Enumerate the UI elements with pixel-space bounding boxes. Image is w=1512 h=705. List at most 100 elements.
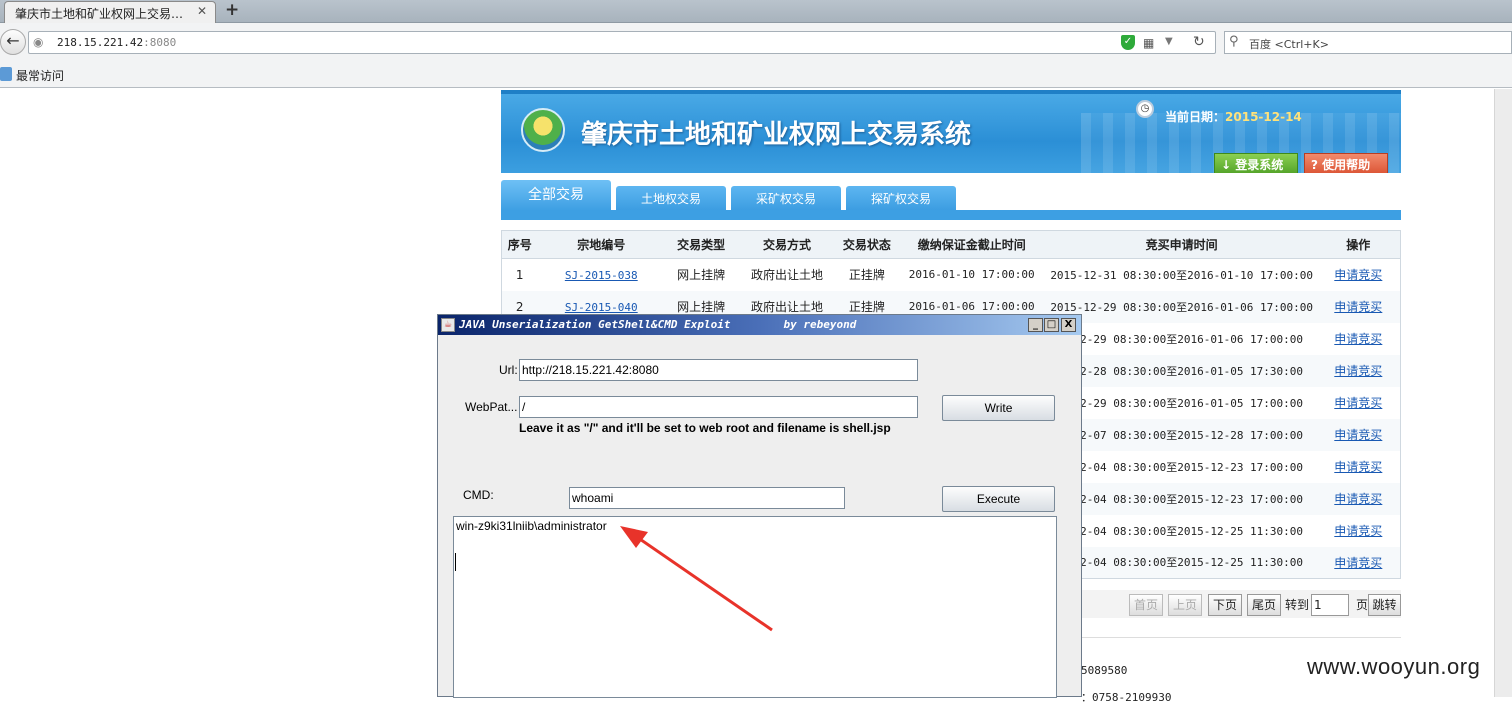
table-cell: 申请竞买	[1317, 515, 1401, 547]
pagination: 首页 上页 下页 尾页 转到 1 页 跳转	[1081, 590, 1401, 618]
command-output-text: win-z9ki31lniib\administrator	[456, 519, 607, 533]
apply-bid-link[interactable]: 申请竞买	[1334, 268, 1382, 282]
minimize-icon[interactable]: _	[1028, 318, 1043, 332]
url-label: Url:	[499, 363, 518, 377]
first-page-button[interactable]: 首页	[1129, 594, 1163, 616]
tab-land-rights[interactable]: 土地权交易	[616, 186, 726, 212]
clock-icon: ◷	[1136, 100, 1154, 118]
table-cell: 5-12-04 08:30:00至2015-12-25 11:30:00	[1046, 546, 1317, 579]
globe-icon: ◉	[33, 35, 44, 49]
col-header: 交易状态	[836, 230, 897, 259]
reload-icon[interactable]: ↻	[1193, 34, 1205, 50]
address-url: 218.15.221.42:8080	[57, 36, 177, 49]
bookmark-most-visited[interactable]: 最常访问	[16, 67, 64, 84]
apply-bid-link[interactable]: 申请竞买	[1334, 524, 1382, 538]
qr-code-icon[interactable]: ▦	[1143, 36, 1154, 50]
site-logo	[521, 108, 565, 152]
webpath-hint: Leave it as "/" and it'll be set to web …	[519, 421, 891, 435]
apply-bid-link[interactable]: 申请竞买	[1334, 556, 1382, 570]
goto-label: 转到	[1285, 598, 1310, 612]
exploit-tool-window: ☕ JAVA Unserialization GetShell&CMD Expl…	[437, 314, 1082, 698]
watermark: www.wooyun.org	[1307, 654, 1481, 679]
tab-all-trades[interactable]: 全部交易	[501, 180, 611, 212]
table-row: 1 SJ-2015-038 网上挂牌 政府出让土地 正挂牌 2016-01-10 17:0…	[502, 259, 1401, 291]
next-page-button[interactable]: 下页	[1208, 594, 1242, 616]
webpath-input[interactable]: /	[519, 396, 918, 418]
tab-exploration-rights[interactable]: 探矿权交易	[846, 186, 956, 212]
apply-bid-link[interactable]: 申请竞买	[1334, 396, 1382, 410]
parcel-id-link[interactable]: SJ-2015-040	[565, 301, 638, 314]
table-cell: 2015-12-31 08:30:00至2016-01-10 17:00:00	[1050, 268, 1313, 282]
last-page-button[interactable]: 尾页	[1247, 594, 1281, 616]
goto-page-input[interactable]: 1	[1311, 594, 1349, 616]
search-icon: ⚲	[1229, 34, 1239, 49]
page-unit-label: 页	[1356, 598, 1369, 612]
bookmark-folder-icon	[0, 67, 12, 81]
bookmarks-bar: 最常访问	[0, 63, 1512, 88]
table-cell: 2015-12-29 08:30:00至2016-01-06 17:00:00	[1046, 290, 1317, 323]
browser-tab-bar: 肇庆市土地和矿业权网上交易… ✕ +	[0, 0, 1512, 23]
parcel-id-link[interactable]: SJ-2015-038	[565, 269, 638, 282]
table-cell: 申请竞买	[1316, 354, 1401, 387]
table-cell: 5-12-29 08:30:00至2016-01-06 17:00:00	[1060, 332, 1304, 346]
apply-bid-link[interactable]: 申请竞买	[1334, 364, 1382, 378]
search-placeholder: 百度 <Ctrl+K>	[1249, 38, 1329, 51]
table-cell: 2016-01-10 17:00:00	[908, 268, 1035, 282]
apply-bid-link[interactable]: 申请竞买	[1334, 428, 1382, 442]
site-banner: 肇庆市土地和矿业权网上交易系统 ◷ 当前日期：2015-12-14 ↓ 登录系统…	[501, 90, 1401, 173]
table-cell: 正挂牌	[848, 268, 885, 283]
search-input[interactable]: ⚲ 百度 <Ctrl+K>	[1224, 31, 1512, 54]
apply-bid-link[interactable]: 申请竞买	[1334, 332, 1382, 346]
tab-mining-rights[interactable]: 采矿权交易	[731, 186, 841, 212]
col-header: 宗地编号	[537, 230, 666, 259]
table-cell: 5-12-04 08:30:00至2015-12-25 11:30:00	[1060, 524, 1304, 538]
browser-nav-bar: ← ◉ 218.15.221.42:8080 ✓ ▦ ▼ ↻ ⚲ 百度 <Ctr…	[0, 23, 1512, 63]
col-header: 操作	[1316, 230, 1401, 259]
write-button[interactable]: Write	[942, 395, 1055, 421]
apply-bid-link[interactable]: 申请竞买	[1334, 300, 1382, 314]
table-cell: 5-12-07 08:30:00至2015-12-28 17:00:00	[1046, 418, 1317, 451]
table-cell: SJ-2015-038	[537, 259, 665, 291]
command-output-area[interactable]: win-z9ki31lniib\administrator	[453, 516, 1057, 698]
table-cell: 5-12-29 08:30:00至2016-01-05 17:00:00	[1060, 396, 1304, 410]
login-button[interactable]: ↓ 登录系统	[1214, 153, 1298, 173]
apply-bid-link[interactable]: 申请竞买	[1334, 460, 1382, 474]
table-cell: 申请竞买	[1317, 259, 1401, 291]
prev-page-button[interactable]: 上页	[1168, 594, 1202, 616]
help-button[interactable]: ? 使用帮助	[1304, 153, 1388, 173]
table-cell: 5-12-28 08:30:00至2016-01-05 17:30:00	[1046, 354, 1317, 387]
maximize-icon[interactable]: □	[1044, 318, 1059, 332]
text-caret	[455, 553, 456, 571]
table-cell: 申请竞买	[1317, 451, 1401, 483]
col-header: 交易类型	[665, 230, 738, 259]
exploit-window-title: JAVA Unserialization GetShell&CMD Exploi…	[459, 318, 857, 331]
table-cell: 申请竞买	[1317, 387, 1401, 419]
cmd-label: CMD:	[463, 488, 494, 502]
new-tab-button[interactable]: +	[225, 0, 239, 20]
col-header: 交易方式	[737, 230, 837, 259]
apply-bid-link[interactable]: 申请竞买	[1334, 492, 1382, 506]
table-cell: 5-12-04 08:30:00至2015-12-23 17:00:00	[1046, 482, 1317, 515]
java-app-icon: ☕	[441, 318, 455, 332]
execute-button[interactable]: Execute	[942, 486, 1055, 512]
page-scrollbar[interactable]	[1494, 89, 1512, 697]
col-header: 竞买申请时间	[1046, 230, 1317, 259]
question-icon: ?	[1311, 158, 1323, 172]
back-arrow-icon[interactable]: ←	[0, 29, 26, 55]
col-header: 缴纳保证金截止时间	[896, 230, 1047, 259]
table-cell: 政府出让土地	[750, 268, 823, 283]
shield-icon[interactable]: ✓	[1121, 35, 1135, 50]
chevron-down-icon[interactable]: ▼	[1165, 36, 1173, 47]
address-bar[interactable]: ◉ 218.15.221.42:8080 ✓ ▦ ▼ ↻	[28, 31, 1216, 54]
table-cell: 5-12-04 08:30:00至2015-12-23 17:00:00	[1060, 460, 1304, 474]
tab-close-icon[interactable]: ✕	[197, 4, 207, 18]
browser-tab[interactable]: 肇庆市土地和矿业权网上交易… ✕	[4, 1, 216, 23]
download-arrow-icon: ↓	[1221, 158, 1236, 172]
url-input[interactable]: http://218.15.221.42:8080	[519, 359, 918, 381]
table-cell: 申请竞买	[1317, 323, 1401, 355]
footer-phone-1: 5089580	[1081, 664, 1128, 677]
exploit-window-titlebar[interactable]: ☕ JAVA Unserialization GetShell&CMD Expl…	[438, 315, 1081, 335]
jump-button[interactable]: 跳转	[1368, 594, 1401, 616]
cmd-input[interactable]: whoami	[569, 487, 845, 509]
close-icon[interactable]: X	[1061, 318, 1076, 332]
